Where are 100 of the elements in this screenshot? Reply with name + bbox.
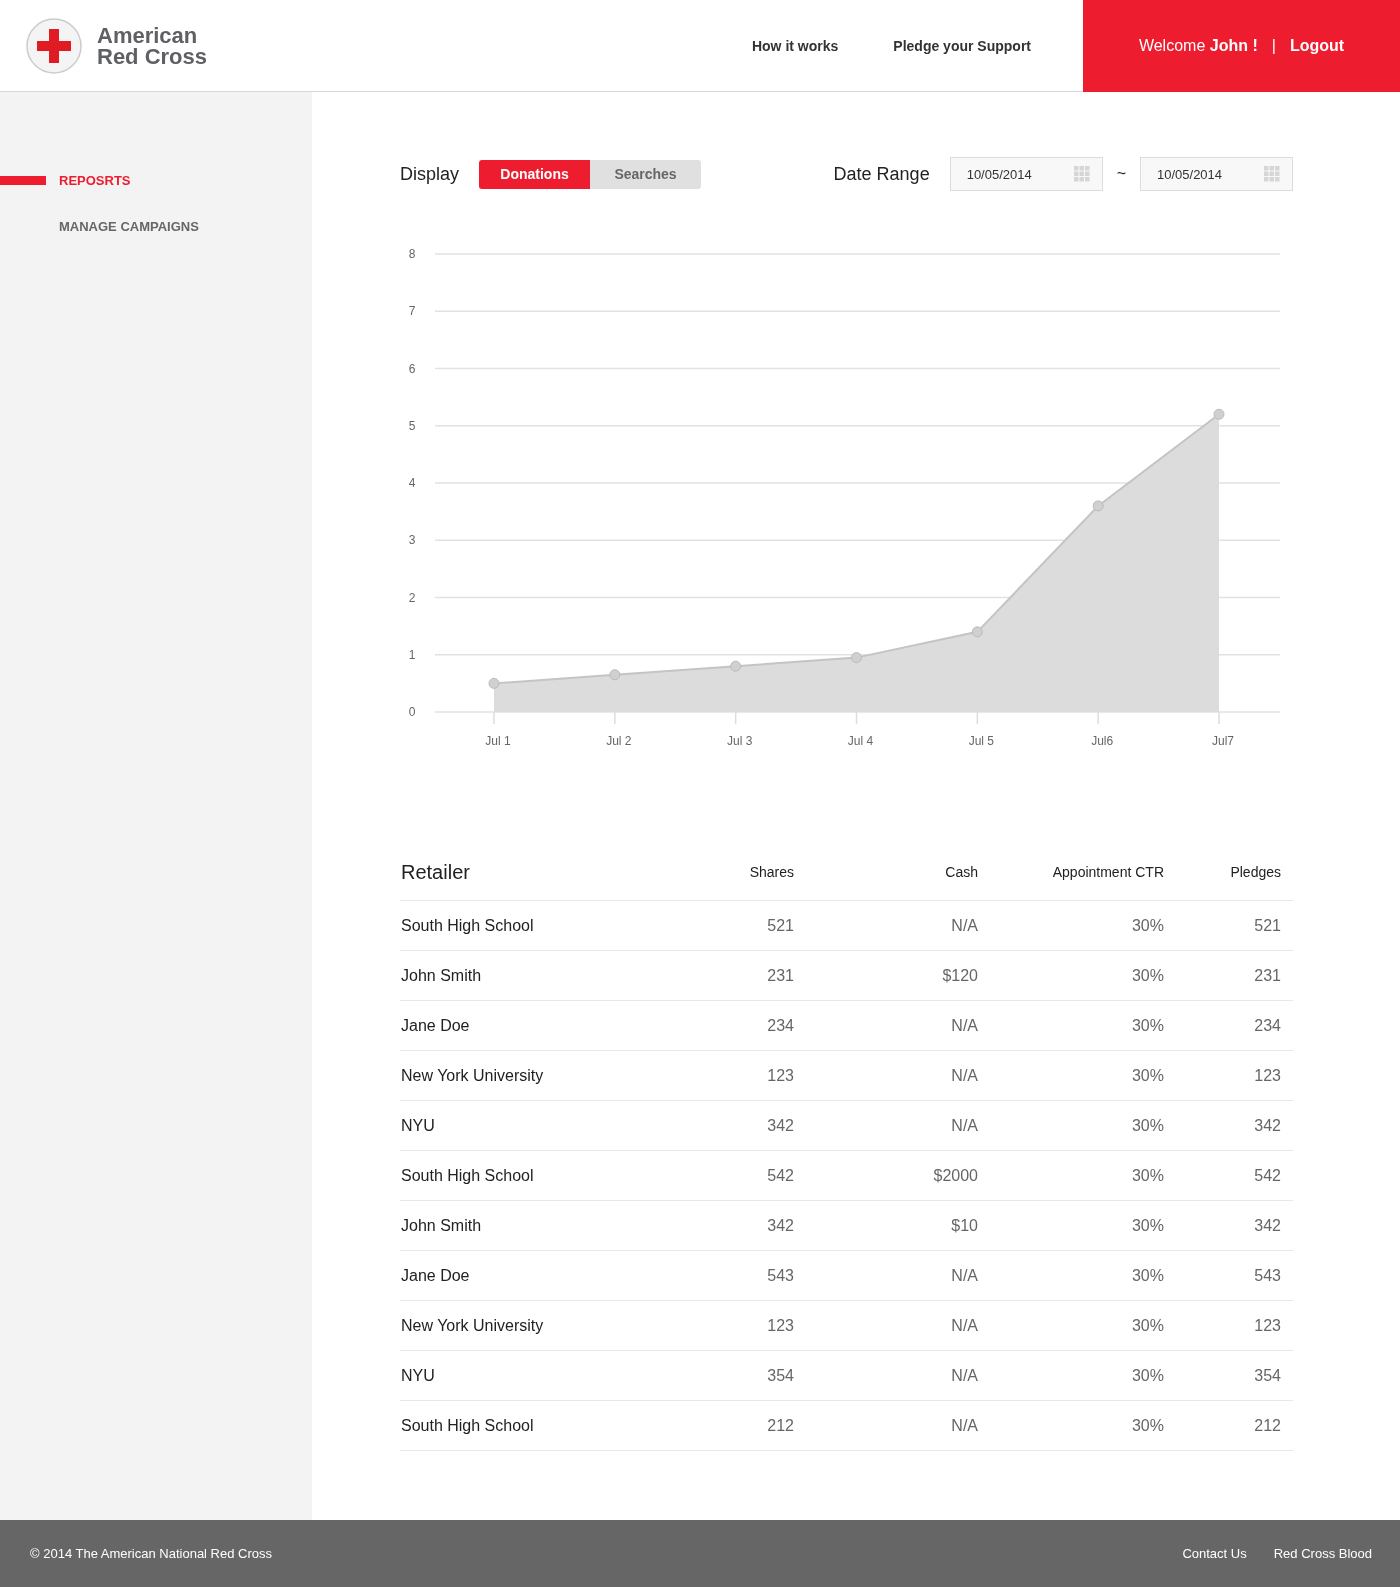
table-cell: 30%: [990, 1250, 1176, 1301]
calendar-icon: [1073, 166, 1090, 182]
table-cell: $120: [806, 950, 990, 1001]
table-cell: N/A: [806, 1000, 990, 1051]
column-header: Retailer: [400, 844, 692, 901]
table-cell: John Smith: [400, 1200, 692, 1251]
table-cell: New York University: [400, 1050, 692, 1101]
table-cell: 234: [1176, 1000, 1293, 1051]
table-cell: 521: [1176, 900, 1293, 951]
column-header: Pledges: [1176, 844, 1293, 901]
table-cell: 123: [692, 1300, 806, 1351]
table-cell: 231: [1176, 950, 1293, 1001]
x-tick: [734, 711, 737, 725]
y-tick-label: 5: [408, 418, 416, 433]
y-tick-label: 1: [408, 647, 416, 662]
y-tick-label: 0: [408, 705, 416, 719]
table-cell: 123: [1176, 1300, 1293, 1351]
table-cell: 30%: [990, 1200, 1176, 1251]
table-cell: $10: [806, 1200, 990, 1251]
x-tick: [855, 711, 858, 725]
table-cell: John Smith: [400, 950, 692, 1001]
table-cell: 354: [692, 1350, 806, 1401]
cross-logo-icon: [25, 16, 83, 75]
table-cell: N/A: [806, 1350, 990, 1401]
table-cell: 521: [692, 900, 806, 951]
table-cell: 212: [1176, 1400, 1293, 1451]
logo-text: American: [97, 24, 199, 46]
nav-link[interactable]: How it works: [751, 37, 839, 54]
data-point: [851, 652, 862, 664]
table-cell: South High School: [400, 1400, 692, 1451]
table-cell: 212: [692, 1400, 806, 1451]
sidebar-item[interactable]: REPOSRTS: [59, 172, 131, 188]
table-cell: 30%: [990, 1050, 1176, 1101]
welcome-text: Welcome John !: [1138, 36, 1258, 55]
table-cell: $2000: [806, 1150, 990, 1201]
date-range-label: Date Range: [833, 163, 930, 185]
logout-link[interactable]: Logout: [1289, 36, 1345, 55]
y-tick-label: 7: [408, 304, 416, 319]
table-cell: South High School: [400, 900, 692, 951]
table-cell: N/A: [806, 1300, 990, 1351]
table-cell: N/A: [806, 1400, 990, 1451]
table-cell: N/A: [806, 1250, 990, 1301]
data-point: [609, 669, 621, 681]
x-tick-label: Jul 1: [485, 734, 511, 748]
date-field[interactable]: 10/05/2014: [949, 157, 1103, 191]
footer-link[interactable]: Red Cross Blood: [1273, 1546, 1372, 1561]
data-point: [1092, 500, 1104, 512]
sidebar-item[interactable]: MANAGE CAMPAIGNS: [59, 218, 199, 234]
table-cell: 354: [1176, 1350, 1293, 1401]
data-point: [1213, 408, 1225, 420]
x-tick-label: Jul 4: [847, 734, 874, 748]
table-cell: 342: [1176, 1100, 1293, 1151]
table-cell: 342: [692, 1200, 806, 1251]
data-point: [971, 626, 983, 638]
table-cell: 542: [692, 1150, 806, 1201]
x-tick-label: Jul 5: [968, 734, 994, 748]
table-cell: Jane Doe: [400, 1250, 692, 1301]
table-cell: 234: [692, 1000, 806, 1051]
y-tick-label: 8: [408, 247, 416, 261]
table-cell: NYU: [400, 1350, 692, 1401]
table-cell: 30%: [990, 900, 1176, 951]
column-header: Cash: [806, 844, 990, 901]
display-toggle[interactable]: Searches: [590, 159, 702, 189]
table-cell: 542: [1176, 1150, 1293, 1201]
column-header: Appointment CTR: [990, 844, 1176, 901]
table-cell: 30%: [990, 1150, 1176, 1201]
table-cell: 342: [692, 1100, 806, 1151]
table-cell: New York University: [400, 1300, 692, 1351]
table-cell: N/A: [806, 1100, 990, 1151]
date-field[interactable]: 10/05/2014: [1140, 157, 1293, 191]
x-tick-label: Jul6: [1091, 734, 1114, 748]
nav-link[interactable]: Pledge your Support: [893, 37, 1031, 54]
table-cell: 30%: [990, 1400, 1176, 1451]
separator-text: |: [1271, 36, 1276, 55]
copyright-text: © 2014 The American National Red Cross: [30, 1546, 273, 1561]
table-cell: N/A: [806, 900, 990, 951]
display-toggle[interactable]: Donations: [479, 159, 591, 189]
x-tick: [614, 711, 616, 725]
table-cell: 543: [692, 1250, 806, 1301]
table-cell: South High School: [400, 1150, 692, 1201]
table-cell: 543: [1176, 1250, 1293, 1301]
x-tick-label: Jul 3: [727, 734, 753, 748]
data-point: [488, 677, 500, 689]
calendar-icon: [1264, 166, 1280, 182]
footer-link[interactable]: Contact Us: [1182, 1546, 1247, 1561]
table-cell: N/A: [806, 1050, 990, 1101]
table-cell: 123: [1176, 1050, 1293, 1101]
x-tick-label: Jul7: [1212, 734, 1234, 748]
table-cell: NYU: [400, 1100, 692, 1151]
table-cell: 30%: [990, 1300, 1176, 1351]
table-cell: 231: [692, 950, 806, 1001]
table-cell: 30%: [990, 1100, 1176, 1151]
y-tick-label: 4: [408, 476, 416, 490]
x-tick-label: Jul 2: [606, 734, 632, 748]
table-cell: 30%: [990, 1350, 1176, 1401]
range-separator: ~: [1116, 165, 1126, 183]
table-cell: 342: [1176, 1200, 1293, 1251]
x-tick: [976, 711, 979, 725]
y-tick-label: 3: [408, 533, 416, 548]
y-tick-label: 6: [408, 361, 416, 376]
